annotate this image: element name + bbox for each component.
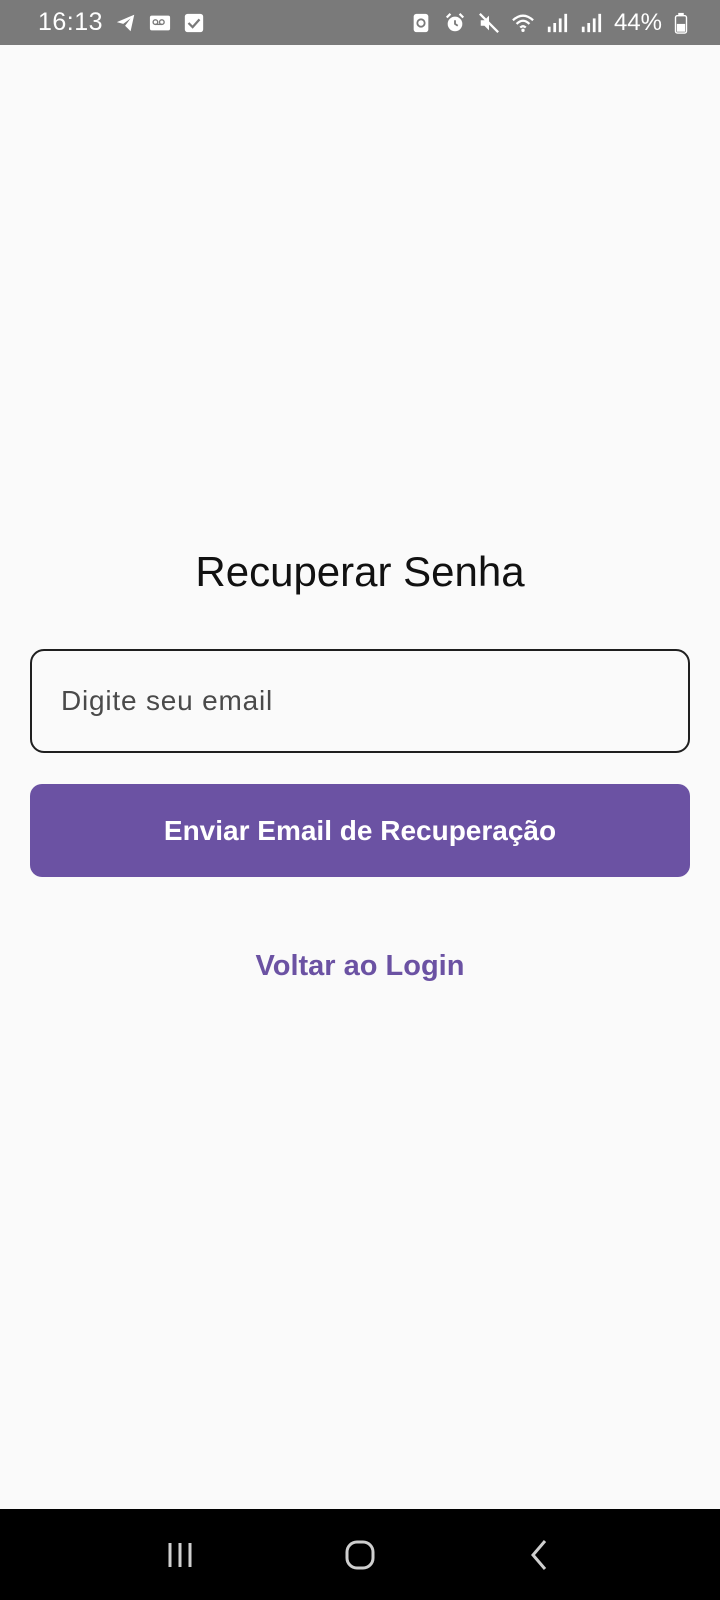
recents-button[interactable] [140,1525,220,1585]
status-bar: 16:13 44% [0,0,720,45]
email-field[interactable] [30,649,690,753]
mute-icon [478,12,500,34]
data-saver-icon [410,12,432,34]
home-button[interactable] [320,1525,400,1585]
signal-icon [546,12,568,34]
page-title: Recuperar Senha [195,548,525,595]
status-right: 44% [410,9,688,37]
battery-icon [674,12,688,34]
voicemail-icon [149,12,171,34]
back-to-login-link[interactable]: Voltar ao Login [0,950,720,983]
checkbox-icon [183,12,205,34]
telegram-icon [115,12,137,34]
wifi-icon [512,12,534,34]
back-button[interactable] [500,1525,580,1585]
send-recovery-email-button[interactable]: Enviar Email de Recuperação [30,784,690,877]
email-input[interactable] [61,685,688,717]
battery-percent: 44% [613,8,662,36]
status-left: 16:13 [38,8,205,37]
screen: 16:13 44% Recuperar Senha Digite seu ema… [0,0,720,1600]
recents-icon [168,1542,192,1567]
alarm-icon [444,12,466,34]
navigation-bar [0,1509,720,1600]
signal-icon [580,12,602,34]
home-icon [345,1540,375,1569]
status-time: 16:13 [38,8,104,36]
back-icon [531,1539,547,1570]
